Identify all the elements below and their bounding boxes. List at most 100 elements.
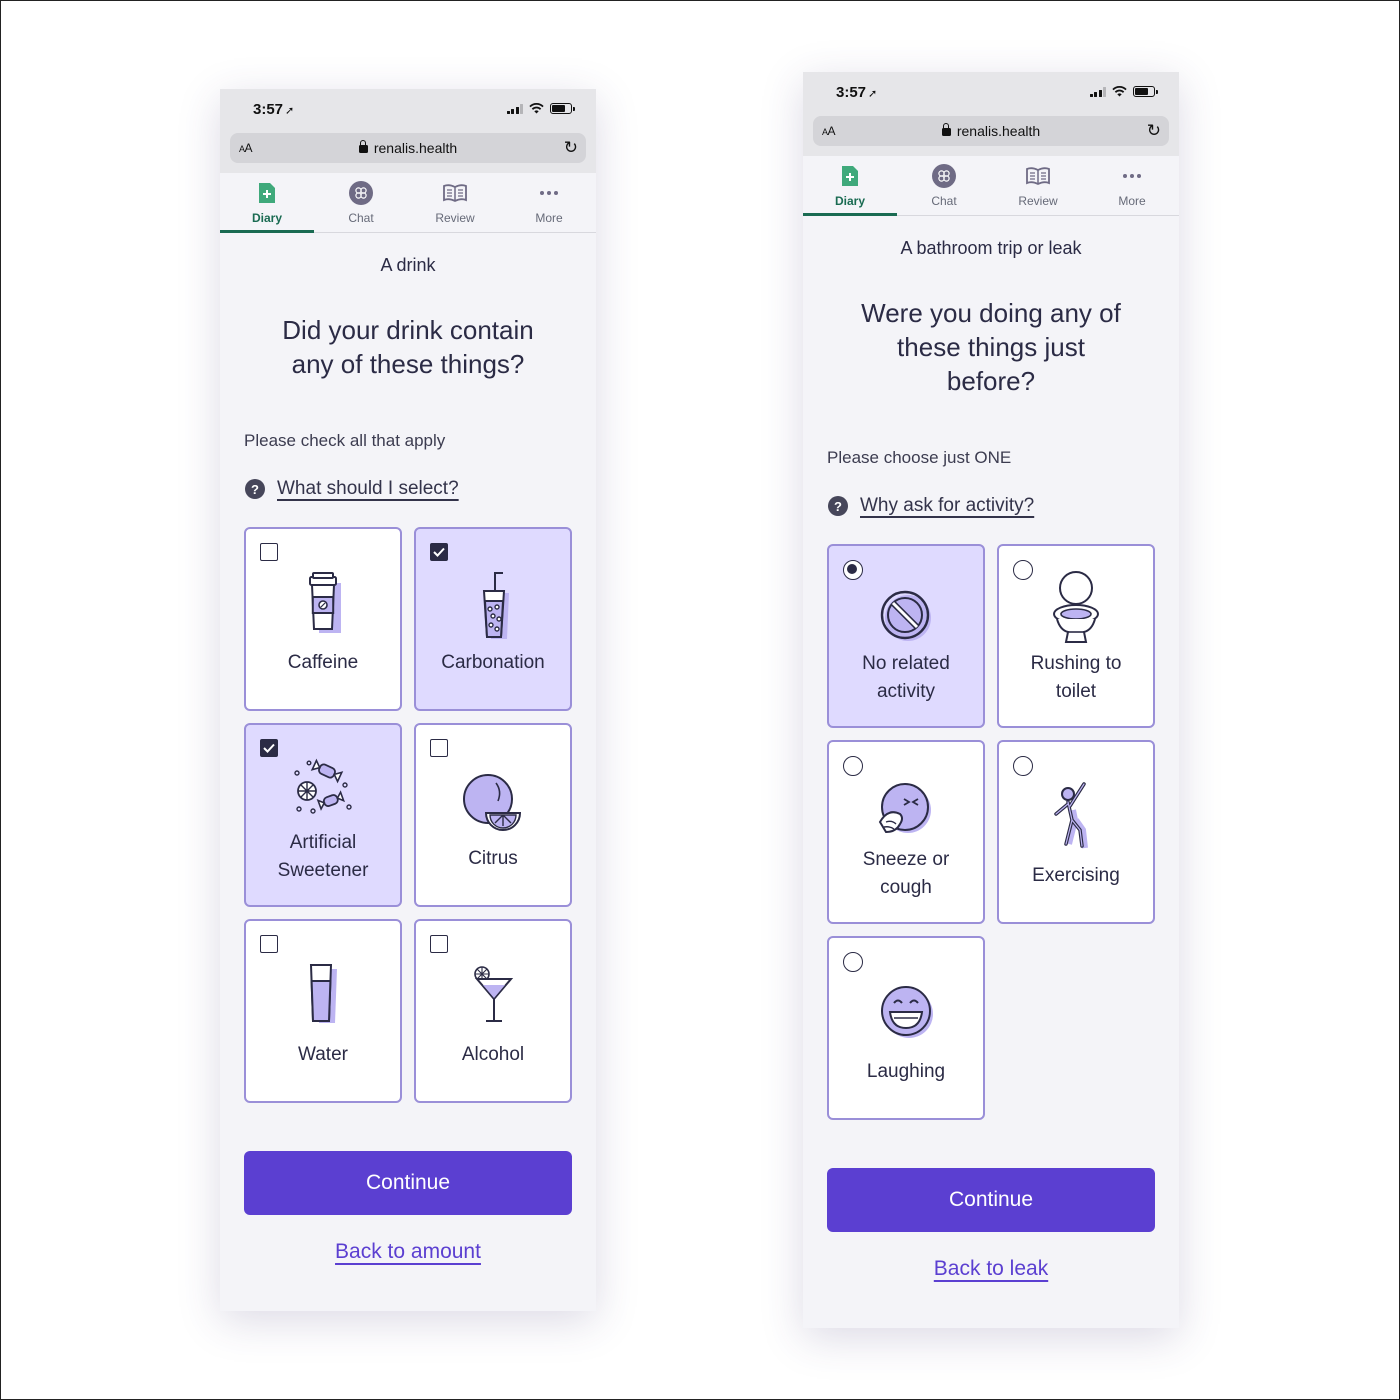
- option-label-line: Sneeze or: [862, 849, 950, 870]
- tab-label: Chat: [931, 194, 957, 208]
- status-bar: 3:57 ➚: [803, 72, 1179, 116]
- review-icon: [443, 184, 467, 202]
- tab-more[interactable]: More: [1085, 156, 1179, 215]
- back-link-row: Back to amount: [220, 1240, 596, 1264]
- more-icon: [540, 191, 558, 195]
- back-to-leak-link[interactable]: Back to leak: [934, 1257, 1048, 1280]
- option-rushing-to-toilet[interactable]: Rushing to toilet: [997, 544, 1155, 728]
- option-exercising[interactable]: Exercising: [997, 740, 1155, 924]
- url-text: renalis.health: [956, 123, 1041, 139]
- tab-label: Chat: [348, 211, 374, 225]
- tab-diary[interactable]: Diary: [803, 156, 897, 216]
- help-link[interactable]: What should I select?: [277, 478, 459, 500]
- exercise-icon: [1054, 782, 1088, 849]
- tab-label: Diary: [834, 194, 866, 208]
- question-heading: Were you doing any of these things just …: [803, 296, 1179, 398]
- step-title: A bathroom trip or leak: [900, 238, 1082, 258]
- help-row: ? Why ask for activity?: [803, 495, 1034, 517]
- tab-more[interactable]: More: [502, 173, 596, 232]
- option-laughing[interactable]: Laughing: [827, 936, 985, 1120]
- tab-label: More: [535, 211, 563, 225]
- tab-label: More: [1118, 194, 1146, 208]
- app-nav: Diary Chat Review More: [803, 156, 1179, 216]
- reload-icon[interactable]: ↻: [564, 139, 578, 156]
- text-size-button[interactable]: AA: [239, 141, 253, 155]
- question-icon: ?: [828, 496, 848, 516]
- option-artificial-sweetener[interactable]: Artificial Sweetener: [244, 723, 402, 907]
- address-bar[interactable]: AA renalis.health ↻: [230, 133, 586, 163]
- question-line: before?: [946, 366, 1036, 396]
- sneeze-icon: [878, 783, 931, 834]
- option-label: No related activity: [837, 650, 975, 706]
- help-link[interactable]: Why ask for activity?: [860, 495, 1034, 517]
- question-icon: ?: [245, 479, 265, 499]
- diary-icon: [842, 166, 858, 186]
- option-water[interactable]: Water: [244, 919, 402, 1103]
- option-sneeze-or-cough[interactable]: Sneeze or cough: [827, 740, 985, 924]
- radio[interactable]: [843, 952, 863, 972]
- option-caffeine[interactable]: Caffeine: [244, 527, 402, 711]
- laughing-icon: [881, 986, 933, 1038]
- chat-icon: [932, 164, 956, 188]
- back-link-row: Back to leak: [803, 1257, 1179, 1281]
- option-label-line: cough: [880, 877, 932, 898]
- option-label-line: Artificial: [289, 832, 357, 853]
- instruction-text: Please check all that apply: [244, 431, 446, 450]
- location-arrow-icon: ➚: [868, 88, 878, 100]
- step-title: A drink: [380, 255, 436, 275]
- checkbox[interactable]: [430, 935, 448, 953]
- tab-chat[interactable]: Chat: [314, 173, 408, 232]
- lock-icon: [941, 123, 951, 136]
- tab-chat[interactable]: Chat: [897, 156, 991, 215]
- option-label: Alcohol: [461, 1044, 525, 1065]
- more-icon: [1123, 174, 1141, 178]
- option-label-line: toilet: [1055, 681, 1097, 702]
- address-bar[interactable]: AA renalis.health ↻: [813, 116, 1169, 146]
- tab-label: Diary: [251, 211, 283, 225]
- instruction-text: Please choose just ONE: [827, 448, 1012, 467]
- option-no-related-activity[interactable]: No related activity: [827, 544, 985, 728]
- continue-button[interactable]: Continue: [827, 1168, 1155, 1232]
- signal-icon: [506, 103, 523, 114]
- question-line: Were you doing any of: [861, 298, 1121, 328]
- option-label: Rushing to toilet: [1007, 650, 1145, 706]
- sweetener-icon: [294, 758, 352, 814]
- reload-icon[interactable]: ↻: [1147, 122, 1161, 139]
- checkbox-checked[interactable]: [430, 543, 448, 561]
- tab-label: Review: [435, 211, 475, 225]
- option-label: Water: [298, 1044, 348, 1065]
- phone-screen-drink: 3:57 ➚ AA renalis.health ↻ Diary Chat Rev…: [220, 89, 596, 1311]
- text-size-button[interactable]: AA: [822, 124, 836, 138]
- tab-review[interactable]: Review: [991, 156, 1085, 215]
- option-alcohol[interactable]: Alcohol: [414, 919, 572, 1103]
- help-row: ? What should I select?: [220, 478, 459, 500]
- back-to-amount-link[interactable]: Back to amount: [335, 1240, 481, 1263]
- signal-icon: [1089, 86, 1106, 97]
- battery-icon: [550, 103, 575, 114]
- checkbox[interactable]: [260, 543, 278, 561]
- chat-icon: [349, 181, 373, 205]
- app-nav: Diary Chat Review More: [220, 173, 596, 233]
- no-activity-icon: [880, 590, 931, 641]
- option-label: Laughing: [866, 1061, 946, 1082]
- question-heading: Did your drink contain any of these thin…: [220, 313, 596, 381]
- status-time: 3:57 ➚: [836, 84, 878, 101]
- lock-icon: [358, 140, 368, 153]
- continue-button[interactable]: Continue: [244, 1151, 572, 1215]
- radio[interactable]: [1013, 756, 1033, 776]
- checkbox[interactable]: [430, 739, 448, 757]
- option-citrus[interactable]: Citrus: [414, 723, 572, 907]
- tab-diary[interactable]: Diary: [220, 173, 314, 233]
- checkbox[interactable]: [260, 935, 278, 953]
- option-label: Sneeze or cough: [837, 846, 975, 902]
- tab-review[interactable]: Review: [408, 173, 502, 232]
- frame-border: [0, 0, 1400, 1400]
- caffeine-icon: [309, 572, 341, 633]
- question-line: any of these things?: [291, 349, 525, 379]
- radio-selected[interactable]: [843, 560, 863, 580]
- option-label-line: activity: [876, 681, 936, 702]
- radio[interactable]: [843, 756, 863, 776]
- option-carbonation[interactable]: Carbonation: [414, 527, 572, 711]
- diary-icon: [259, 183, 275, 203]
- option-label-line: Rushing to: [1030, 653, 1122, 674]
